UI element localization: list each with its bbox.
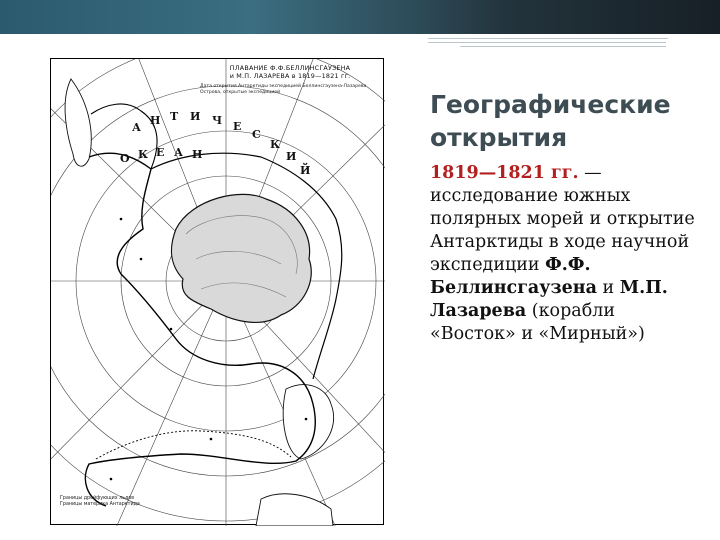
antarctic-expedition-map [50, 58, 385, 526]
map-legend-title-line1: ПЛАВАНИЕ Ф.Ф.БЕЛЛИНСГАУЗЕНА [229, 64, 351, 72]
map-ocean-letter: Е [233, 120, 242, 133]
map-ocean-letter: Т [170, 110, 179, 123]
body-text-and: и [596, 278, 620, 298]
map-ocean-letter: О [120, 152, 130, 165]
expedition-dates: 1819—1821 гг. [430, 163, 579, 183]
slide-title: Географические открытия [430, 90, 671, 152]
map-ocean-letter: И [190, 110, 201, 123]
map-ocean-letter: К [270, 138, 281, 151]
map-ocean-letter: А [174, 146, 183, 159]
decor-line [428, 38, 668, 39]
map-ocean-letter: К [138, 148, 149, 161]
map-ocean-letter: Й [300, 164, 311, 177]
decor-line [460, 46, 666, 47]
map-ocean-letter: Е [156, 146, 165, 159]
slide-body-text: 1819—1821 гг. — исследование южных поляр… [430, 162, 702, 346]
map-note: Границы дрейфующих льдов Границы материк… [60, 496, 290, 508]
map-legend-item: Острова, открытые экспедицией [200, 90, 281, 95]
map-ocean-letter: Ч [212, 114, 223, 127]
top-decor-bar [0, 0, 720, 34]
map-ocean-letter: А [132, 121, 141, 134]
map-note-line: Границы материка Антарктида [60, 502, 140, 507]
decor-line [428, 42, 666, 43]
map-ocean-letter: С [252, 128, 261, 141]
map-legend: Дата открытия Антарктиды экспедицией Бел… [200, 84, 380, 96]
map-ocean-letter: Н [192, 148, 203, 161]
map-ocean-letter: И [286, 150, 297, 163]
map-ocean-letter: Н [150, 114, 161, 127]
map-legend-title-line2: и М.П. ЛАЗАРЕВА в 1819—1821 гг. [229, 72, 351, 80]
